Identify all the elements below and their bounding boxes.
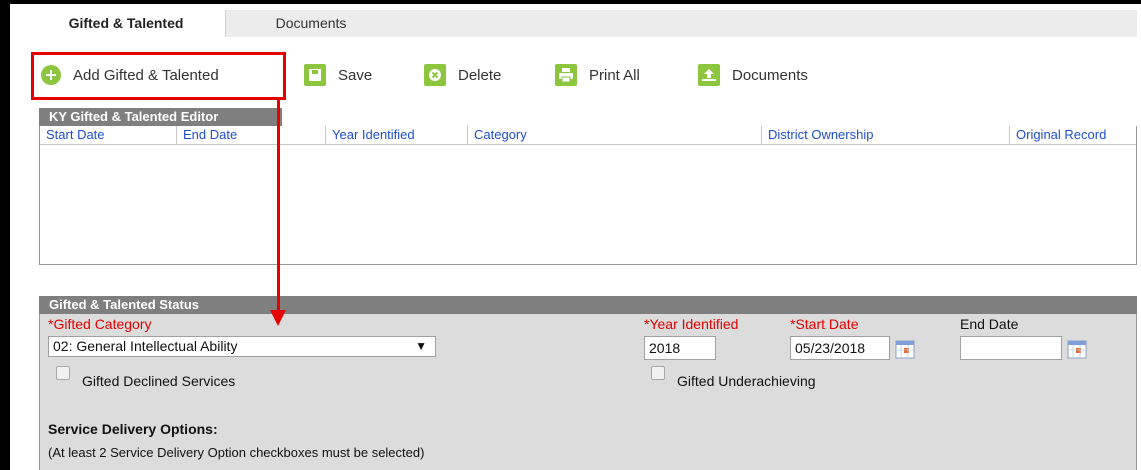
end-date-input[interactable] [960,336,1062,360]
printer-icon [555,64,577,86]
add-button-highlight-box [31,52,286,100]
dropdown-arrow-icon: ▼ [415,339,427,353]
delete-x-icon [424,64,446,86]
gifted-category-label: *Gifted Category [48,316,152,332]
start-date-calendar-icon[interactable] [895,339,915,359]
delete-button-label: Delete [458,66,502,84]
gifted-declined-services-label: Gifted Declined Services [82,373,236,389]
end-date-calendar-icon[interactable] [1067,339,1087,359]
column-category[interactable]: Category [468,126,762,144]
status-panel: *Gifted Category 02: General Intellectua… [39,314,1137,470]
column-original-record[interactable]: Original Record [1010,126,1138,144]
end-date-label: End Date [960,316,1019,332]
editor-grid: Start Date End Date Year Identified Cate… [39,126,1137,265]
column-end-date[interactable]: End Date [177,126,326,144]
print-all-button-label: Print All [589,66,640,84]
gifted-underachieving-label: Gifted Underachieving [677,373,816,389]
tab-gifted-talented[interactable]: Gifted & Talented [27,10,226,37]
annotation-arrow-line [277,100,280,313]
service-delivery-options-heading: Service Delivery Options: [48,421,218,437]
gifted-category-select[interactable]: 02: General Intellectual Ability ▼ [48,336,436,357]
save-button[interactable]: Save [304,63,372,87]
year-identified-input[interactable]: 2018 [644,336,716,360]
upload-icon [698,64,720,86]
editor-grid-header: Start Date End Date Year Identified Cate… [40,126,1136,145]
column-start-date[interactable]: Start Date [40,126,177,144]
gifted-category-value: 02: General Intellectual Ability [53,338,238,354]
gifted-underachieving-checkbox[interactable] [651,366,665,380]
annotation-arrow-head [270,310,286,326]
documents-button-label: Documents [732,66,808,84]
start-date-input[interactable]: 05/23/2018 [790,336,890,360]
gifted-declined-services-checkbox[interactable] [56,366,70,380]
service-delivery-options-note: (At least 2 Service Delivery Option chec… [48,445,425,460]
year-identified-label: *Year Identified [644,316,739,332]
column-district-ownership[interactable]: District Ownership [762,126,1010,144]
documents-button[interactable]: Documents [698,63,808,87]
tab-bar: Gifted & Talented Documents [27,10,1137,38]
print-all-button[interactable]: Print All [555,63,640,87]
status-title: Gifted & Talented Status [39,296,1137,314]
delete-button[interactable]: Delete [424,63,501,87]
editor-title: KY Gifted & Talented Editor [39,108,282,126]
tab-documents[interactable]: Documents [225,10,397,37]
save-button-label: Save [338,66,373,84]
start-date-label: *Start Date [790,316,859,332]
floppy-disk-icon [304,64,326,86]
column-year-identified[interactable]: Year Identified [326,126,468,144]
